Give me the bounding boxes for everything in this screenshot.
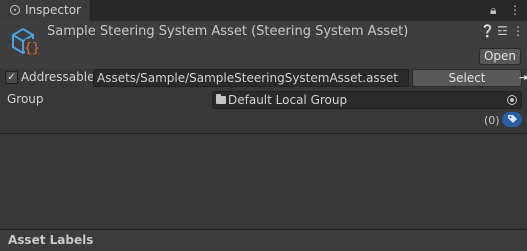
kebab-menu-icon[interactable]: ⋮ [509,2,521,18]
group-field[interactable]: Default Local Group [212,91,522,109]
tag-icon [508,115,517,123]
group-label: Group [7,92,44,106]
select-button[interactable]: Select [412,69,522,87]
folder-icon [216,94,226,104]
inspector-header: {} Sample Steering System Asset (Steerin… [0,21,527,69]
asset-labels-footer[interactable]: Asset Labels [0,229,527,251]
tab-bar: Inspector 🔒︎ ⋮ [0,0,527,21]
lock-icon[interactable]: 🔒︎ [490,2,496,18]
footer-title: Asset Labels [8,233,94,247]
help-icon[interactable]: ❔ [480,23,495,39]
settings-sliders-icon[interactable]: ☲ [497,23,508,39]
tab-inspector[interactable]: Inspector [0,0,91,21]
labels-count: (0) [484,114,500,127]
mouse-cursor-icon: ⇥ [519,71,527,84]
object-picker-icon[interactable] [507,95,517,105]
info-icon [10,5,20,15]
addressable-label: Addressable [21,70,95,84]
address-field[interactable]: Assets/Sample/SampleSteeringSystemAsset.… [93,69,409,87]
addressable-checkbox[interactable]: ✓ [5,71,18,84]
group-value: Default Local Group [228,93,348,107]
asset-title: Sample Steering System Asset (Steering S… [47,24,409,39]
kebab-menu-icon[interactable]: ⋮ [512,23,524,39]
steering-asset-script-icon: {} [12,27,40,56]
tab-label: Inspector [25,3,81,17]
open-button[interactable]: Open [479,48,521,65]
divider [0,133,527,134]
svg-text:{}: {} [24,41,40,56]
addressable-row: ✓ Addressable Assets/Sample/SampleSteeri… [0,69,527,87]
labels-button[interactable] [502,112,522,127]
